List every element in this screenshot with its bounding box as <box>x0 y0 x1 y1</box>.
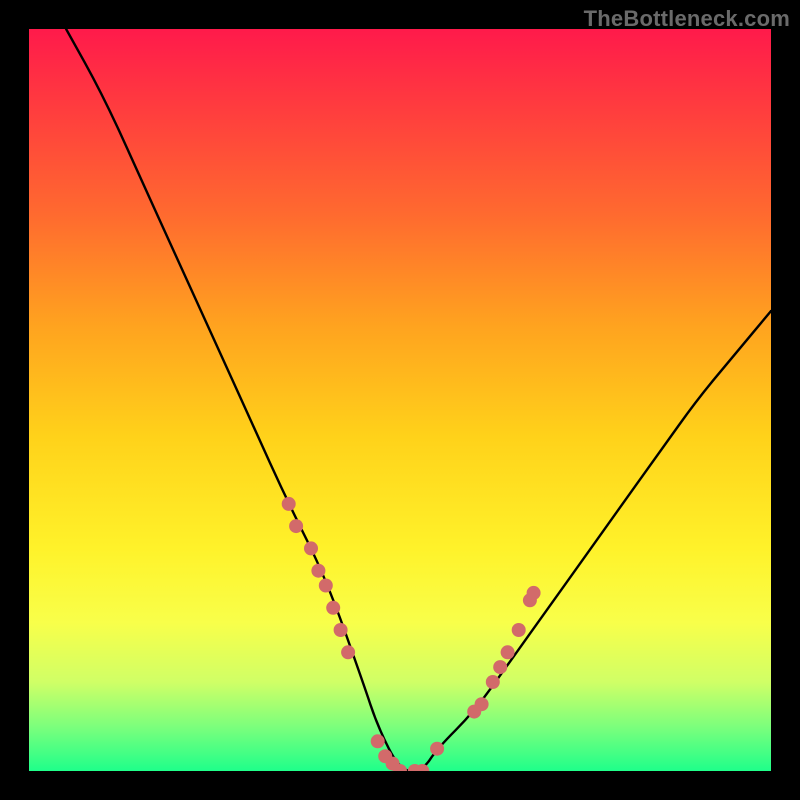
highlight-dot <box>475 697 489 711</box>
highlight-dot <box>341 645 355 659</box>
curve-svg <box>29 29 771 771</box>
highlight-dot <box>319 579 333 593</box>
highlight-dot <box>282 497 296 511</box>
highlight-dot <box>334 623 348 637</box>
highlight-dot <box>311 564 325 578</box>
plot-area <box>29 29 771 771</box>
highlight-dot <box>493 660 507 674</box>
attribution-text: TheBottleneck.com <box>584 6 790 32</box>
highlight-dot <box>326 601 340 615</box>
highlight-dot <box>486 675 500 689</box>
highlight-dots <box>282 497 541 771</box>
highlight-dot <box>289 519 303 533</box>
highlight-dot <box>527 586 541 600</box>
highlight-dot <box>371 734 385 748</box>
chart-frame: TheBottleneck.com <box>0 0 800 800</box>
highlight-dot <box>304 541 318 555</box>
highlight-dot <box>512 623 526 637</box>
highlight-dot <box>430 742 444 756</box>
highlight-dot <box>501 645 515 659</box>
bottleneck-curve <box>66 29 771 771</box>
